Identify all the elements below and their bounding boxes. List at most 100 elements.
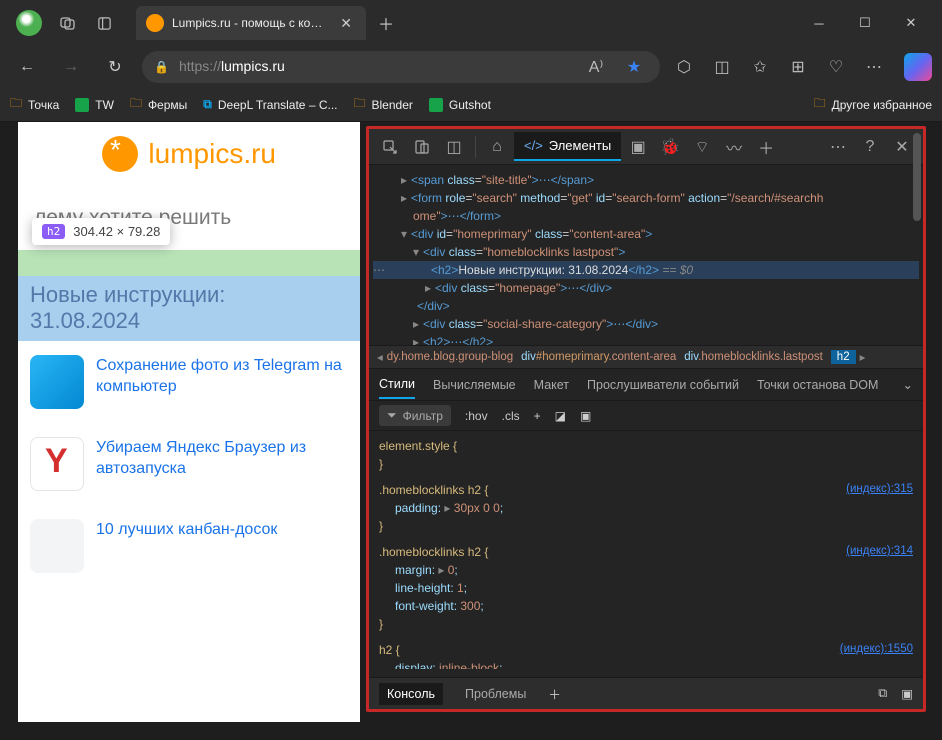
bookmark-item[interactable]: ⧉DeepL Translate – С... xyxy=(203,97,337,112)
new-tab-button[interactable]: ＋ xyxy=(378,11,394,35)
welcome-tab-icon[interactable]: ⌂ xyxy=(482,132,512,162)
bookmark-item[interactable]: 🗀Фермы xyxy=(130,94,187,115)
help-icon[interactable]: ? xyxy=(855,132,885,162)
url-protocol: https:// xyxy=(179,58,221,74)
css-rule[interactable]: element.style {} xyxy=(379,437,913,473)
add-drawer-tab-icon[interactable]: ＋ xyxy=(548,684,561,703)
bookmark-item[interactable]: TW xyxy=(75,98,114,112)
extensions-icon[interactable]: ⬡ xyxy=(670,57,698,77)
breadcrumb-selected[interactable]: h2 xyxy=(831,350,856,364)
tab-event-listeners[interactable]: Прослушиватели событий xyxy=(587,372,739,398)
favicon-icon xyxy=(146,14,164,32)
bug-icon[interactable]: 🐞 xyxy=(655,132,685,162)
article-link[interactable]: Убираем Яндекс Браузер из автозапуска xyxy=(96,437,348,480)
hov-toggle[interactable]: :hov xyxy=(465,409,488,423)
profile-icon[interactable] xyxy=(16,10,42,36)
yandex-icon: Y xyxy=(30,437,84,491)
selected-h2[interactable]: Новые инструкции: 31.08.2024 xyxy=(18,276,360,341)
sheet-icon xyxy=(429,98,443,112)
tab-actions-icon[interactable] xyxy=(96,15,112,31)
dom-tree[interactable]: ▸<span class="site-title">⋯</span> ▸<for… xyxy=(369,165,923,345)
window-minimize-button[interactable]: ─ xyxy=(796,0,842,46)
tab-title: Lumpics.ru - помощь с компьюте xyxy=(172,16,328,30)
chevron-down-icon[interactable]: ⌄ xyxy=(903,377,913,392)
nav-refresh-button[interactable]: ↻ xyxy=(98,50,132,84)
tooltip-tag: h2 xyxy=(42,224,65,239)
copilot-icon[interactable] xyxy=(904,53,932,81)
url-host: lumpics.ru xyxy=(221,58,285,74)
url-input[interactable]: 🔒 https://lumpics.ru A⁾ ★ xyxy=(142,51,660,83)
console-drawer: Консоль Проблемы ＋ ⧉ ▣ xyxy=(369,677,923,709)
styles-panel[interactable]: element.style {} (индекс):315 .homeblock… xyxy=(369,431,923,669)
inspect-element-icon[interactable] xyxy=(375,132,405,162)
tooltip-dimensions: 304.42 × 79.28 xyxy=(73,224,160,239)
tab-console[interactable]: Консоль xyxy=(379,683,443,705)
tab-close-icon[interactable]: ✕ xyxy=(336,15,356,32)
cls-toggle[interactable]: .cls xyxy=(502,409,520,423)
network-icon[interactable]: ⌔ xyxy=(687,132,717,162)
devtools-tabbar: ◫ ⌂ </>Элементы ▣ 🐞 ⌔ 〰 ＋ ⋯ ? ✕ xyxy=(369,129,923,165)
split-screen-icon[interactable]: ◫ xyxy=(708,57,736,77)
h2-text-line1: Новые инструкции: xyxy=(30,282,348,308)
styles-tabbar: Стили Вычисляемые Макет Прослушиватели с… xyxy=(369,369,923,401)
css-rule[interactable]: (индекс):1550 h2 { display: inline-block… xyxy=(379,641,913,669)
new-style-rule-icon[interactable]: + xyxy=(534,409,541,423)
collections-icon[interactable]: ⊞ xyxy=(784,57,812,77)
nav-back-button[interactable]: ← xyxy=(10,50,44,84)
article-link[interactable]: 10 лучших канбан-досок xyxy=(96,519,277,541)
highlight-margin xyxy=(18,250,360,276)
nav-forward-button[interactable]: → xyxy=(54,50,88,84)
read-aloud-icon[interactable]: A⁾ xyxy=(582,57,610,77)
bookmarks-bar: 🗀Точка TW 🗀Фермы ⧉DeepL Translate – С...… xyxy=(0,88,942,122)
site-logo-icon[interactable] xyxy=(102,136,138,172)
deepl-icon: ⧉ xyxy=(203,97,212,112)
tab-layout[interactable]: Макет xyxy=(534,372,569,398)
more-tabs-icon[interactable]: ＋ xyxy=(751,132,781,162)
window-close-button[interactable]: ✕ xyxy=(888,0,934,46)
console-tab-icon[interactable]: ▣ xyxy=(623,132,653,162)
article-link[interactable]: Сохранение фото из Telegram на компьютер xyxy=(96,355,348,398)
source-link[interactable]: (индекс):315 xyxy=(846,481,913,498)
bookmark-item[interactable]: Gutshot xyxy=(429,98,491,112)
h2-text-line2: 31.08.2024 xyxy=(30,308,348,334)
favorite-star-icon[interactable]: ★ xyxy=(620,57,648,77)
settings-icon[interactable]: ⋯ xyxy=(823,132,853,162)
drawer-icon[interactable]: ⧉ xyxy=(878,686,887,701)
performance-tab-icon[interactable]: 〰 xyxy=(719,132,749,162)
bookmark-other[interactable]: 🗀Другое избранное xyxy=(814,94,932,115)
workspaces-icon[interactable] xyxy=(60,15,76,31)
article-item[interactable]: Y Убираем Яндекс Браузер из автозапуска xyxy=(18,423,360,505)
more-menu-icon[interactable]: ⋯ xyxy=(860,57,888,77)
browser-tab[interactable]: Lumpics.ru - помощь с компьюте ✕ xyxy=(136,6,366,40)
tab-styles[interactable]: Стили xyxy=(379,371,415,399)
bookmark-item[interactable]: 🗀Blender xyxy=(354,94,413,115)
site-logo-text[interactable]: lumpics.ru xyxy=(148,138,276,169)
paint-flashing-icon[interactable]: ◪ xyxy=(555,409,566,423)
sheet-icon xyxy=(75,98,89,112)
article-item[interactable]: Сохранение фото из Telegram на компьютер xyxy=(18,341,360,423)
device-toolbar-icon[interactable] xyxy=(407,132,437,162)
filter-icon: ⏷ xyxy=(387,408,397,423)
devtools-panel: ◫ ⌂ </>Элементы ▣ 🐞 ⌔ 〰 ＋ ⋯ ? ✕ ▸<span c… xyxy=(366,126,926,712)
box-model-icon[interactable]: ▣ xyxy=(580,409,591,423)
window-maximize-button[interactable]: ☐ xyxy=(842,0,888,46)
folder-icon: 🗀 xyxy=(130,94,142,115)
tab-problems[interactable]: Проблемы xyxy=(457,683,534,705)
folder-icon: 🗀 xyxy=(354,94,366,115)
styles-filter-input[interactable]: ⏷Фильтр xyxy=(379,405,451,426)
css-rule[interactable]: (индекс):315 .homeblocklinks h2 { paddin… xyxy=(379,481,913,535)
article-item[interactable]: 10 лучших канбан-досок xyxy=(18,505,360,587)
tab-computed[interactable]: Вычисляемые xyxy=(433,372,516,398)
responsive-icon[interactable]: ◫ xyxy=(439,132,469,162)
source-link[interactable]: (индекс):1550 xyxy=(840,641,913,658)
css-rule[interactable]: (индекс):314 .homeblocklinks h2 { margin… xyxy=(379,543,913,633)
drawer-settings-icon[interactable]: ▣ xyxy=(901,686,913,701)
bookmark-item[interactable]: 🗀Точка xyxy=(10,94,59,115)
performance-icon[interactable]: ♡ xyxy=(822,57,850,77)
tab-dom-breakpoints[interactable]: Точки останова DOM xyxy=(757,372,878,398)
favorites-icon[interactable]: ✩ xyxy=(746,57,774,77)
tab-elements[interactable]: </>Элементы xyxy=(514,132,621,161)
dom-breadcrumb[interactable]: ◂ dy.home.blog.group-blog div#homeprimar… xyxy=(369,345,923,369)
source-link[interactable]: (индекс):314 xyxy=(846,543,913,560)
kanban-icon xyxy=(30,519,84,573)
